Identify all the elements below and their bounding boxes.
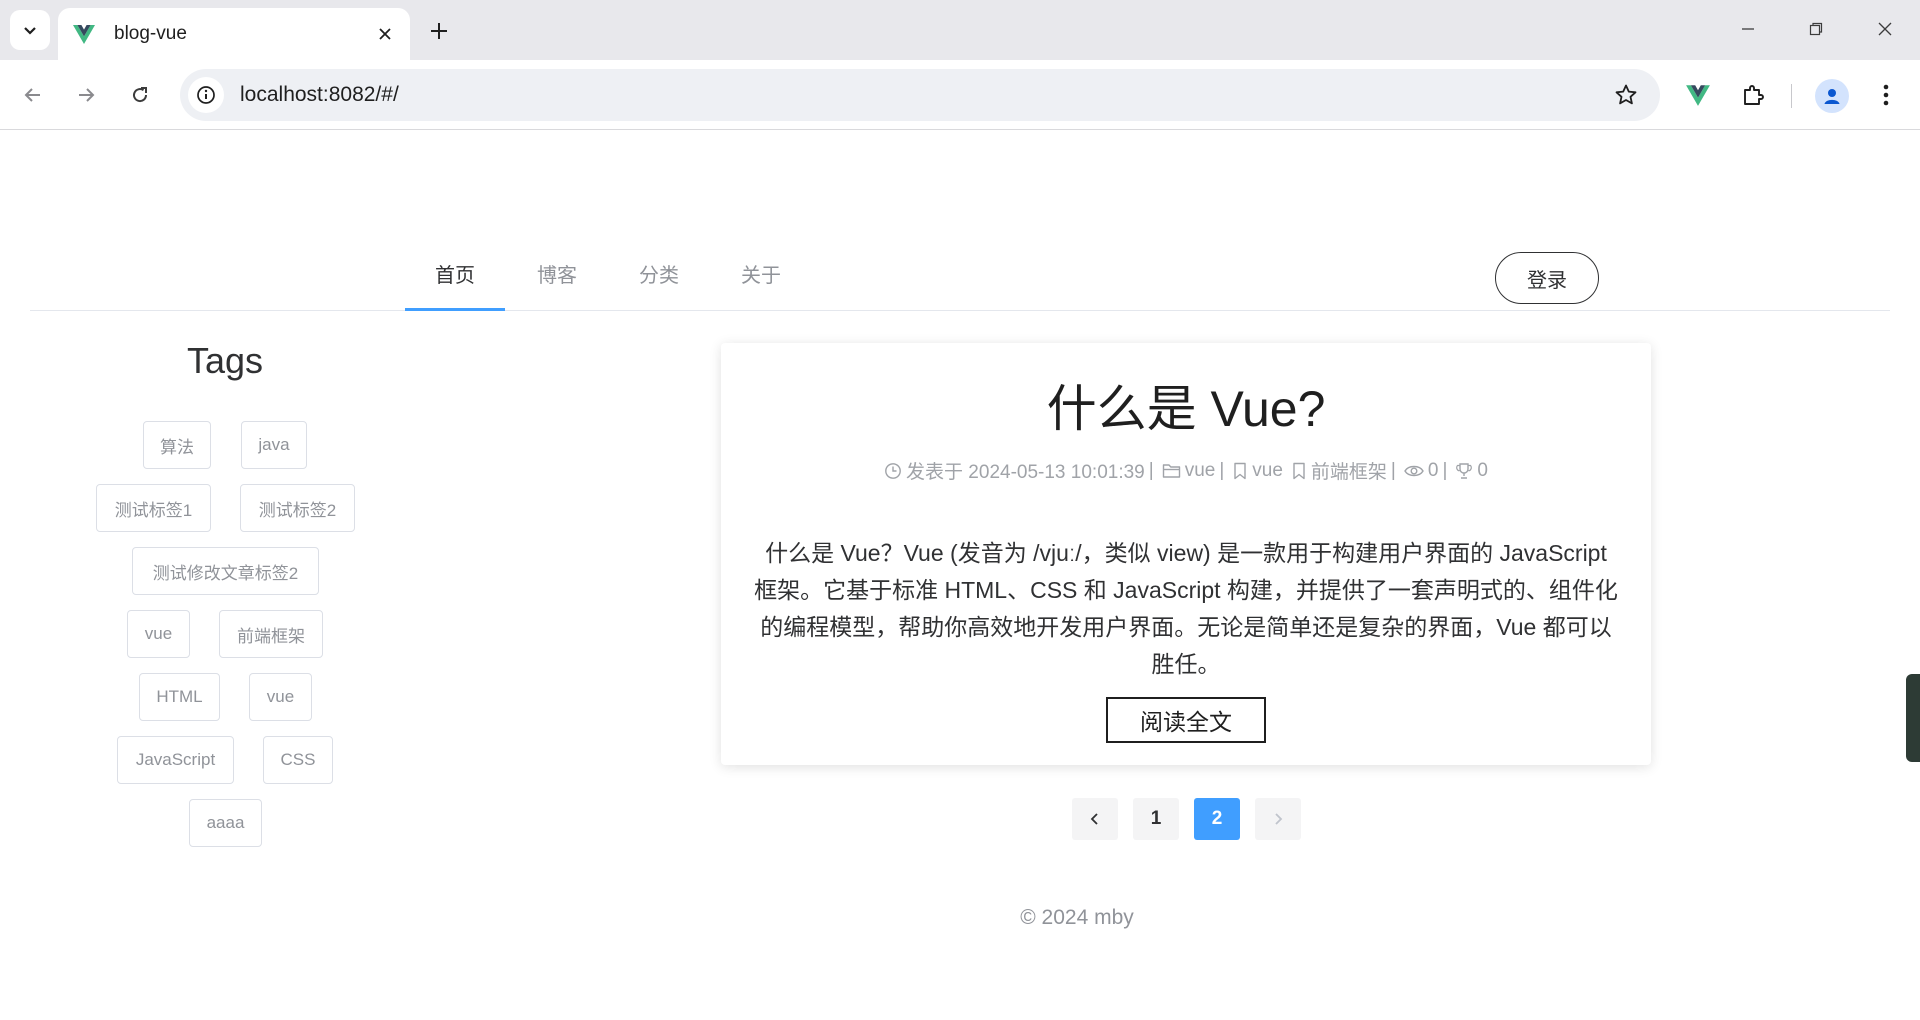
restore-icon xyxy=(1809,22,1823,36)
vue-devtools-icon[interactable] xyxy=(1680,77,1716,113)
back-button[interactable] xyxy=(15,77,51,113)
bookmark-icon xyxy=(1293,462,1305,479)
post-meta: 发表于 2024-05-13 10:01:39 | vue | vue 前端框架… xyxy=(721,457,1651,484)
restore-button[interactable] xyxy=(1801,14,1831,44)
tag-item[interactable]: CSS xyxy=(263,736,333,784)
window-close-button[interactable] xyxy=(1870,14,1900,44)
profile-icon[interactable] xyxy=(1815,79,1849,113)
browser-toolbar: localhost:8082/#/ xyxy=(0,60,1920,130)
tab-title: blog-vue xyxy=(114,23,187,44)
post-category-text: vue xyxy=(1184,459,1216,481)
publish-date: 发表于 2024-05-13 10:01:39 xyxy=(884,457,1145,484)
tag-item[interactable]: HTML xyxy=(139,673,220,721)
nav-item-blog[interactable]: 博客 xyxy=(507,241,607,311)
page-content: 首页 博客 分类 关于 登录 Tags 算法 java 测试标签1 测试标签2 … xyxy=(0,131,1920,1020)
minimize-button[interactable] xyxy=(1733,14,1763,44)
post-category[interactable]: vue xyxy=(1162,459,1216,482)
read-more-button[interactable]: 阅读全文 xyxy=(1106,697,1266,743)
view-count: 0 xyxy=(1404,459,1439,482)
publish-date-text: 发表于 2024-05-13 10:01:39 xyxy=(906,462,1145,483)
window-close-icon xyxy=(1878,22,1892,36)
browser-tabstrip: blog-vue xyxy=(0,0,1920,60)
view-count-text: 0 xyxy=(1427,459,1439,481)
browser-tab[interactable]: blog-vue xyxy=(58,8,410,60)
folder-icon xyxy=(1162,464,1180,478)
extensions-icon[interactable] xyxy=(1735,77,1771,113)
eye-icon xyxy=(1404,465,1424,476)
post-tag-text: 前端框架 xyxy=(1310,462,1387,483)
meta-divider: | xyxy=(1390,459,1396,481)
nav-item-about[interactable]: 关于 xyxy=(711,241,811,311)
reload-icon xyxy=(133,87,148,103)
tag-item[interactable]: vue xyxy=(127,610,190,658)
more-vert-icon[interactable] xyxy=(1868,77,1904,113)
minimize-icon xyxy=(1742,28,1754,30)
post-title[interactable]: 什么是 Vue? xyxy=(721,369,1651,441)
top-navigation: 首页 博客 分类 关于 登录 xyxy=(30,241,1890,311)
meta-divider: | xyxy=(1442,459,1448,481)
post-tag[interactable]: 前端框架 xyxy=(1291,457,1387,484)
post-tag[interactable]: vue xyxy=(1232,460,1283,482)
reload-button[interactable] xyxy=(122,77,158,113)
page-number-current[interactable]: 2 xyxy=(1194,798,1240,840)
close-icon[interactable] xyxy=(374,23,396,45)
address-bar[interactable]: localhost:8082/#/ xyxy=(180,69,1660,121)
vue-logo-icon xyxy=(73,25,95,44)
plus-icon xyxy=(431,23,447,39)
pagination: 1 2 xyxy=(1072,798,1316,840)
chevron-right-icon xyxy=(1275,813,1283,825)
like-count: 0 xyxy=(1455,460,1488,482)
meta-divider: | xyxy=(1148,459,1154,481)
meta-divider: | xyxy=(1219,459,1225,481)
bookmark-star-icon[interactable] xyxy=(1606,75,1646,115)
next-page-button[interactable] xyxy=(1255,798,1301,840)
site-info-icon[interactable] xyxy=(188,77,224,113)
bookmark-icon xyxy=(1234,462,1246,479)
chevron-left-icon xyxy=(1090,813,1098,825)
back-icon xyxy=(24,88,40,102)
side-panel-handle[interactable] xyxy=(1906,674,1920,762)
tag-item[interactable]: aaaa xyxy=(189,799,262,847)
tab-search-button[interactable] xyxy=(10,10,50,50)
tag-item[interactable]: vue xyxy=(249,673,312,721)
post-tag-text: vue xyxy=(1252,459,1283,481)
post-card: 什么是 Vue? 发表于 2024-05-13 10:01:39 | vue |… xyxy=(721,343,1651,765)
tags-title: Tags xyxy=(186,340,264,381)
like-count-text: 0 xyxy=(1477,459,1488,481)
clock-icon xyxy=(885,462,901,479)
page-number[interactable]: 1 xyxy=(1133,798,1179,840)
tag-item[interactable]: JavaScript xyxy=(117,736,234,784)
nav-item-home[interactable]: 首页 xyxy=(405,241,505,311)
tag-item[interactable]: 前端框架 xyxy=(219,610,323,658)
trophy-icon xyxy=(1456,462,1473,479)
forward-icon xyxy=(79,88,95,102)
tag-item[interactable]: 测试修改文章标签2 xyxy=(132,547,319,595)
footer-copyright: © 2024 mby xyxy=(1020,906,1134,929)
toolbar-separator xyxy=(1791,84,1792,108)
chevron-down-icon xyxy=(24,27,36,35)
tag-item[interactable]: 测试标签2 xyxy=(240,484,355,532)
nav-item-category[interactable]: 分类 xyxy=(609,241,709,311)
tag-item[interactable]: 测试标签1 xyxy=(96,484,211,532)
url-text[interactable]: localhost:8082/#/ xyxy=(240,83,1606,107)
tag-item[interactable]: 算法 xyxy=(143,421,211,469)
login-button[interactable]: 登录 xyxy=(1495,252,1599,304)
tag-item[interactable]: java xyxy=(241,421,307,469)
new-tab-button[interactable] xyxy=(424,16,454,46)
prev-page-button[interactable] xyxy=(1072,798,1118,840)
post-summary: 什么是 Vue？Vue (发音为 /vjuː/，类似 view) 是一款用于构建… xyxy=(754,540,1618,677)
forward-button[interactable] xyxy=(68,77,104,113)
